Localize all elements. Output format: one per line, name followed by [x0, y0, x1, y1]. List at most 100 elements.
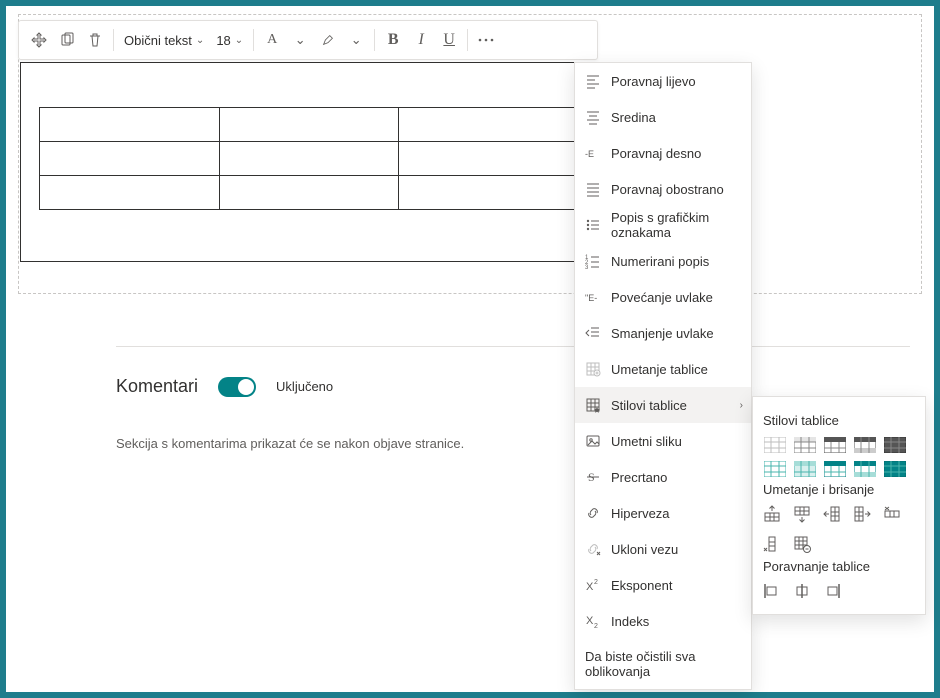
table-row[interactable]: [40, 176, 579, 210]
table-row[interactable]: [40, 108, 579, 142]
font-color-button[interactable]: A: [258, 26, 286, 54]
menu-item-label: Poravnaj lijevo: [611, 74, 696, 89]
delete-col-button[interactable]: [763, 535, 781, 553]
delete-table-button[interactable]: [793, 535, 811, 553]
table-style-header-dark[interactable]: [823, 436, 845, 452]
menu-clear-formatting[interactable]: Da biste očistili sva oblikovanja: [575, 639, 751, 689]
inserted-table[interactable]: [39, 107, 579, 210]
comments-row: Komentari Uključeno: [116, 376, 333, 397]
menu-item-label: Povećanje uvlake: [611, 290, 713, 305]
table-style-teal-banded[interactable]: [853, 460, 875, 476]
align-right-icon: -E: [585, 145, 601, 161]
table-cell[interactable]: [399, 176, 579, 210]
table-cell[interactable]: [219, 142, 399, 176]
delete-button[interactable]: [81, 26, 109, 54]
table-style-teal-solid[interactable]: [883, 460, 905, 476]
table-cell[interactable]: [40, 176, 220, 210]
menu-item-image[interactable]: Umetni sliku: [575, 423, 751, 459]
bold-button[interactable]: B: [379, 26, 407, 54]
table-align-right-button[interactable]: [823, 582, 841, 600]
number-list-icon: 123: [585, 253, 601, 269]
table-align-left-button[interactable]: [763, 582, 781, 600]
menu-item-number-list[interactable]: 123 Numerirani popis: [575, 243, 751, 279]
comments-toggle[interactable]: [218, 377, 256, 397]
menu-item-align-left[interactable]: Poravnaj lijevo: [575, 63, 751, 99]
ellipsis-icon: [478, 38, 494, 42]
table-style-banded-gray[interactable]: [853, 436, 875, 452]
table-align-grid: [763, 582, 915, 600]
insert-row-below-button[interactable]: [793, 505, 811, 523]
svg-text:2: 2: [594, 579, 598, 586]
page-container: Obični tekst ⌄ 18 ⌄ A ⌄ ⌄ B I U: [6, 6, 934, 692]
table-cell[interactable]: [219, 108, 399, 142]
more-button[interactable]: [472, 26, 500, 54]
menu-item-unlink[interactable]: Ukloni vezu: [575, 531, 751, 567]
table-cell[interactable]: [399, 142, 579, 176]
font-size-select[interactable]: 18 ⌄: [210, 26, 249, 54]
menu-item-align-right[interactable]: -E Poravnaj desno: [575, 135, 751, 171]
table-style-solid-dark[interactable]: [883, 436, 905, 452]
submenu-styles-heading: Stilovi tablice: [763, 413, 915, 428]
table-cell[interactable]: [40, 108, 220, 142]
chevron-down-icon: ⌄: [295, 32, 306, 48]
insert-col-right-button[interactable]: [853, 505, 871, 523]
sup-icon: X2: [585, 577, 601, 593]
link-icon: [585, 505, 601, 521]
menu-item-label: Umetanje tablice: [611, 362, 708, 377]
insert-row-above-button[interactable]: [763, 505, 781, 523]
menu-item-label: Popis s grafičkim oznakama: [611, 210, 741, 240]
table-cell[interactable]: [219, 176, 399, 210]
menu-item-align-justify[interactable]: Poravnaj obostrano: [575, 171, 751, 207]
italic-button[interactable]: I: [407, 26, 435, 54]
table-style-plain[interactable]: [763, 436, 785, 452]
move-handle[interactable]: [25, 26, 53, 54]
table-styles-icon: [585, 397, 601, 413]
menu-item-bullet-list[interactable]: Popis s grafičkim oznakama: [575, 207, 751, 243]
table-style-grid: [763, 436, 915, 476]
table-style-teal-light[interactable]: [793, 460, 815, 476]
delete-row-button[interactable]: [883, 505, 901, 523]
underline-button[interactable]: U: [435, 26, 463, 54]
table-cell[interactable]: [40, 142, 220, 176]
chevron-down-icon: ⌄: [196, 35, 204, 46]
table-style-subtle[interactable]: [793, 436, 815, 452]
menu-item-sub[interactable]: X2 Indeks: [575, 603, 751, 639]
menu-item-indent-dec[interactable]: Smanjenje uvlake: [575, 315, 751, 351]
separator: [253, 29, 254, 51]
menu-item-sup[interactable]: X2 Eksponent: [575, 567, 751, 603]
menu-item-label: Sredina: [611, 110, 656, 125]
menu-item-label: Poravnaj desno: [611, 146, 701, 161]
menu-item-table-styles[interactable]: Stilovi tablice ›: [575, 387, 751, 423]
separator: [113, 29, 114, 51]
svg-text:2: 2: [594, 623, 598, 629]
menu-item-table-insert[interactable]: Umetanje tablice: [575, 351, 751, 387]
menu-item-label: Smanjenje uvlake: [611, 326, 714, 341]
table-row[interactable]: [40, 142, 579, 176]
menu-item-label: Precrtano: [611, 470, 667, 485]
text-toolbar: Obični tekst ⌄ 18 ⌄ A ⌄ ⌄ B I U: [18, 20, 598, 60]
menu-item-strike[interactable]: S Precrtano: [575, 459, 751, 495]
table-cell[interactable]: [399, 108, 579, 142]
unlink-icon: [585, 541, 601, 557]
menu-item-label: Eksponent: [611, 578, 672, 593]
text-style-select[interactable]: Obični tekst ⌄: [118, 26, 210, 54]
menu-item-align-center[interactable]: Sredina: [575, 99, 751, 135]
text-webpart-card[interactable]: [20, 62, 596, 262]
table-style-teal-header[interactable]: [823, 460, 845, 476]
menu-item-label: Ukloni vezu: [611, 542, 678, 557]
menu-item-label: Indeks: [611, 614, 649, 629]
chevron-down-icon: ⌄: [351, 32, 362, 48]
chevron-down-icon: ⌄: [235, 35, 243, 46]
comments-toggle-label: Uključeno: [276, 379, 333, 394]
menu-item-indent-inc[interactable]: "E- Povećanje uvlake: [575, 279, 751, 315]
table-align-center-button[interactable]: [793, 582, 811, 600]
menu-item-link[interactable]: Hiperveza: [575, 495, 751, 531]
menu-item-label: Poravnaj obostrano: [611, 182, 724, 197]
table-style-teal-outline[interactable]: [763, 460, 785, 476]
highlight-chevron[interactable]: ⌄: [342, 26, 370, 54]
duplicate-button[interactable]: [53, 26, 81, 54]
highlight-color-button[interactable]: [314, 26, 342, 54]
font-color-chevron[interactable]: ⌄: [286, 26, 314, 54]
insert-col-left-button[interactable]: [823, 505, 841, 523]
highlight-icon: [321, 33, 335, 47]
